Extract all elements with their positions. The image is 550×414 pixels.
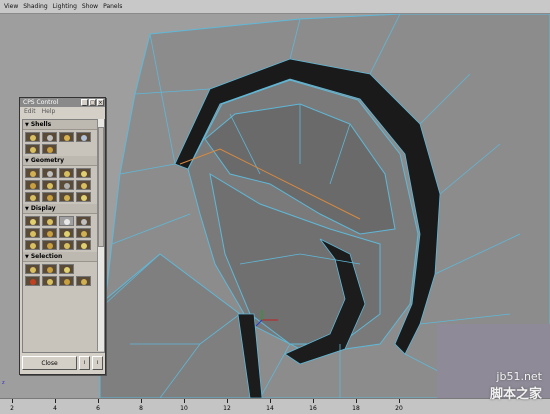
section-label: Geometry	[30, 157, 65, 164]
timeline-tick	[313, 399, 314, 403]
shell-tool-button[interactable]	[42, 132, 57, 142]
geometry-tool-button[interactable]	[76, 168, 91, 178]
cps-menu-help[interactable]: Help	[42, 108, 56, 115]
expand-arrow-icon: ▼	[25, 121, 29, 128]
section-label: Display	[30, 205, 56, 212]
selection-tool-button[interactable]	[59, 276, 74, 286]
selection-tool-button[interactable]	[25, 276, 40, 286]
cps-control-panel[interactable]: CPS Control _ □ × Edit Help ▼ Shells ▼ G…	[19, 97, 106, 375]
menu-view[interactable]: View	[4, 3, 18, 10]
menu-lighting[interactable]: Lighting	[53, 3, 77, 10]
cps-shelf-list: ▼ Shells ▼ Geometry ▼ Display ▼ Selectio…	[22, 119, 105, 353]
expand-arrow-icon: ▼	[25, 157, 29, 164]
display-tool-button[interactable]	[59, 240, 74, 250]
timeline-frame-label: 2	[10, 405, 14, 412]
geometry-tool-button[interactable]	[25, 168, 40, 178]
geometry-tool-button[interactable]	[76, 192, 91, 202]
geometry-tool-button[interactable]	[76, 180, 91, 190]
selection-tool-button[interactable]	[59, 264, 74, 274]
timeline-tick	[270, 399, 271, 403]
section-selection[interactable]: ▼ Selection	[23, 252, 104, 262]
display-tool-button[interactable]	[42, 240, 57, 250]
info-button[interactable]: i	[79, 356, 90, 370]
selection-tool-button[interactable]	[42, 264, 57, 274]
section-shells[interactable]: ▼ Shells	[23, 120, 104, 130]
maximize-button[interactable]: □	[89, 99, 96, 106]
menu-show[interactable]: Show	[82, 3, 98, 10]
timeline-frame-label: 18	[352, 405, 360, 412]
timeline-frame-label: 12	[223, 405, 231, 412]
cps-title-bar[interactable]: CPS Control _ □ ×	[20, 98, 105, 107]
timeline-tick	[227, 399, 228, 403]
section-label: Selection	[30, 253, 63, 260]
display-tool-button[interactable]	[76, 216, 91, 226]
close-button[interactable]: Close	[22, 356, 77, 370]
selection-tool-button[interactable]	[25, 264, 40, 274]
display-tool-button[interactable]	[59, 216, 74, 226]
viewport-menu-bar: View Shading Lighting Show Panels	[0, 0, 550, 14]
display-tool-button[interactable]	[42, 216, 57, 226]
section-geometry[interactable]: ▼ Geometry	[23, 156, 104, 166]
close-window-button[interactable]: ×	[97, 99, 104, 106]
display-tool-button[interactable]	[76, 240, 91, 250]
geometry-tool-button[interactable]	[25, 192, 40, 202]
timeline-tick	[184, 399, 185, 403]
geometry-tool-button[interactable]	[59, 180, 74, 190]
timeline-tick	[12, 399, 13, 403]
timeline-frame-label: 10	[180, 405, 188, 412]
scrollbar-thumb[interactable]	[98, 127, 104, 247]
shell-tool-button[interactable]	[25, 132, 40, 142]
display-tool-button[interactable]	[59, 228, 74, 238]
geometry-tool-button[interactable]	[42, 180, 57, 190]
timeline-tick	[141, 399, 142, 403]
section-label: Shells	[30, 121, 52, 128]
watermark: jb51.net 脚本之家	[490, 370, 542, 402]
timeline-frame-label: 8	[139, 405, 143, 412]
expand-arrow-icon: ▼	[25, 205, 29, 212]
section-display[interactable]: ▼ Display	[23, 204, 104, 214]
timeline-tick	[55, 399, 56, 403]
selection-tool-button[interactable]	[76, 276, 91, 286]
geometry-tool-button[interactable]	[59, 192, 74, 202]
display-tool-button[interactable]	[76, 228, 91, 238]
timeline-tick	[356, 399, 357, 403]
display-tool-button[interactable]	[25, 216, 40, 226]
timeline-frame-label: 4	[53, 405, 57, 412]
display-tool-button[interactable]	[25, 228, 40, 238]
geometry-tool-button[interactable]	[59, 168, 74, 178]
display-tool-button[interactable]	[42, 228, 57, 238]
watermark-domain: jb51.net	[496, 370, 542, 383]
watermark-name: 脚本之家	[489, 387, 542, 402]
axis-gizmo: z	[2, 380, 5, 386]
menu-panels[interactable]: Panels	[103, 3, 122, 10]
cps-menu-edit[interactable]: Edit	[24, 108, 36, 115]
shell-tool-button[interactable]	[59, 132, 74, 142]
geometry-tool-button[interactable]	[42, 192, 57, 202]
menu-shading[interactable]: Shading	[23, 3, 47, 10]
minimize-button[interactable]: _	[81, 99, 88, 106]
cps-footer: Close i i	[22, 356, 103, 370]
timeline-frame-label: 14	[266, 405, 274, 412]
time-slider[interactable]: 2 4 6 8 10 12 14 16 18 20	[0, 398, 550, 414]
shell-tool-button[interactable]	[42, 144, 57, 154]
display-tool-button[interactable]	[25, 240, 40, 250]
shell-tool-button[interactable]	[76, 132, 91, 142]
shell-tool-button[interactable]	[25, 144, 40, 154]
timeline-tick	[399, 399, 400, 403]
geometry-tool-button[interactable]	[42, 168, 57, 178]
cps-scrollbar[interactable]	[97, 119, 104, 351]
geometry-tool-button[interactable]	[25, 180, 40, 190]
cps-menu: Edit Help	[20, 107, 105, 116]
timeline-tick	[98, 399, 99, 403]
expand-arrow-icon: ▼	[25, 253, 29, 260]
selection-tool-button[interactable]	[42, 276, 57, 286]
timeline-frame-label: 6	[96, 405, 100, 412]
cps-title: CPS Control	[23, 99, 59, 106]
timeline-frame-label: 16	[309, 405, 317, 412]
options-button[interactable]: i	[92, 356, 103, 370]
timeline-frame-label: 20	[395, 405, 403, 412]
